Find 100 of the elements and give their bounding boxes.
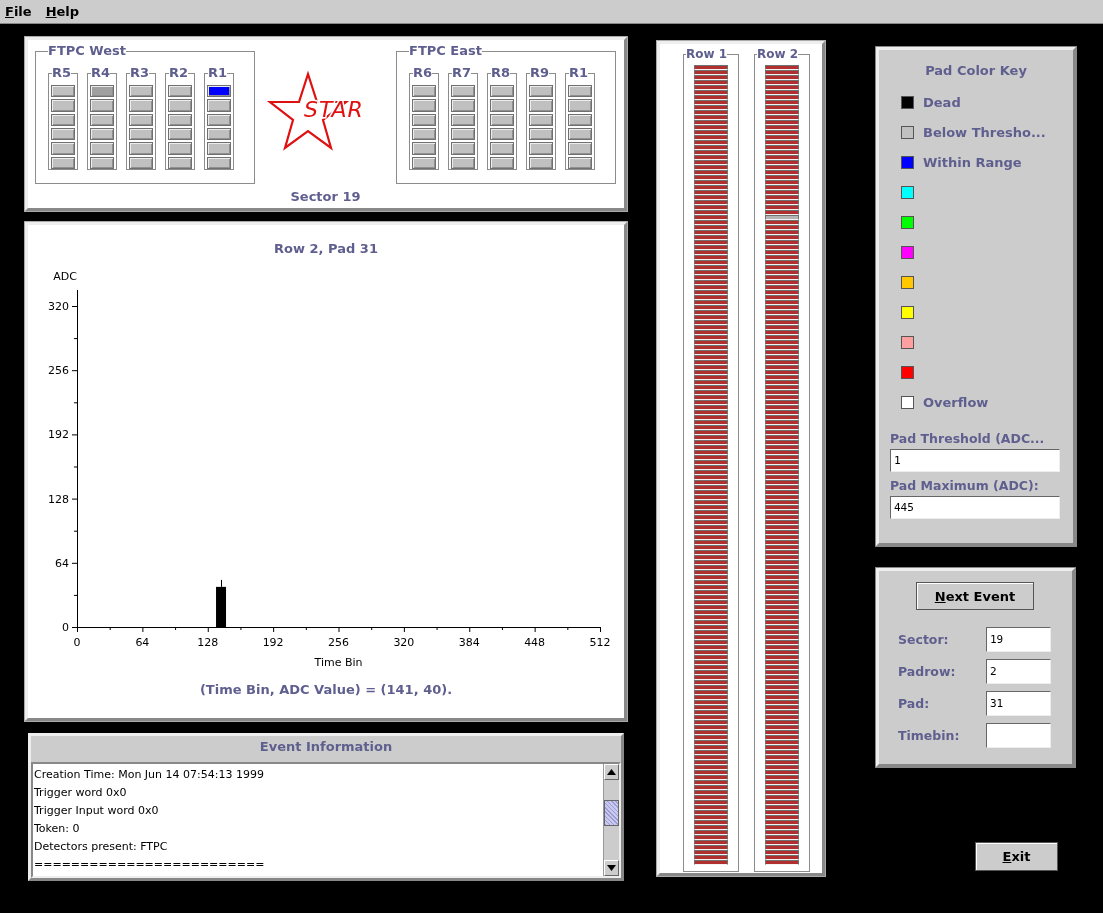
pad-stripe[interactable] — [765, 160, 799, 165]
pad-stripe[interactable] — [694, 70, 728, 75]
pad-stripe[interactable] — [765, 80, 799, 85]
pad-stripe[interactable] — [765, 240, 799, 245]
pad-stripe[interactable] — [765, 695, 799, 700]
pad-stripe[interactable] — [694, 680, 728, 685]
pad-stripe[interactable] — [694, 550, 728, 555]
pad-stripe[interactable] — [694, 430, 728, 435]
pad-stripe[interactable] — [694, 685, 728, 690]
pad[interactable] — [129, 113, 153, 126]
pad-stripe[interactable] — [694, 835, 728, 840]
input-field[interactable]: 445 — [890, 496, 1060, 519]
pad-stripe[interactable] — [694, 365, 728, 370]
pad[interactable] — [412, 113, 436, 126]
pad-stripe[interactable] — [765, 245, 799, 250]
pad-stripe[interactable] — [694, 810, 728, 815]
pad-stripe[interactable] — [765, 360, 799, 365]
menu-item[interactable]: File — [5, 4, 32, 19]
pad-stripe[interactable] — [765, 850, 799, 855]
pad-stripe[interactable] — [694, 410, 728, 415]
pad[interactable] — [168, 156, 192, 169]
pad-stripe[interactable] — [765, 825, 799, 830]
pad-stripe[interactable] — [694, 735, 728, 740]
pad[interactable] — [451, 113, 475, 126]
pad[interactable] — [207, 142, 231, 155]
input-field[interactable]: 31 — [986, 691, 1051, 716]
pad[interactable] — [129, 142, 153, 155]
pad-stripe[interactable] — [694, 285, 728, 290]
pad-stripe[interactable] — [765, 340, 799, 345]
pad-stripe[interactable] — [765, 110, 799, 115]
pad-stripe[interactable] — [694, 830, 728, 835]
pad-stripe[interactable] — [694, 515, 728, 520]
pad-stripe[interactable] — [694, 635, 728, 640]
pad[interactable] — [90, 128, 114, 141]
pad-stripe[interactable] — [694, 440, 728, 445]
pad-stripe[interactable] — [765, 520, 799, 525]
pad-stripe[interactable] — [765, 435, 799, 440]
pad-stripe[interactable] — [765, 235, 799, 240]
pad-stripe[interactable] — [765, 85, 799, 90]
pad-stripe[interactable] — [694, 80, 728, 85]
pad-stripe[interactable] — [765, 590, 799, 595]
pad-stripe[interactable] — [765, 715, 799, 720]
pad-stripe[interactable] — [694, 510, 728, 515]
pad-stripe[interactable] — [694, 565, 728, 570]
pad-stripe[interactable] — [765, 415, 799, 420]
pad[interactable] — [90, 142, 114, 155]
pad-stripe[interactable] — [694, 530, 728, 535]
pad-stripe[interactable] — [765, 170, 799, 175]
pad-stripe[interactable] — [694, 385, 728, 390]
pad[interactable] — [490, 128, 514, 141]
pad-stripe[interactable] — [765, 555, 799, 560]
pad[interactable] — [568, 142, 592, 155]
pad-stripe[interactable] — [694, 695, 728, 700]
pad-stripe[interactable] — [765, 295, 799, 300]
pad-stripe[interactable] — [765, 325, 799, 330]
pad[interactable] — [568, 128, 592, 141]
pad-stripe[interactable] — [765, 550, 799, 555]
pad-stripe[interactable] — [765, 440, 799, 445]
pad-stripe[interactable] — [694, 420, 728, 425]
pad-stripe[interactable] — [765, 120, 799, 125]
scrollbar-thumb[interactable] — [604, 800, 619, 826]
pad-stripe[interactable] — [765, 815, 799, 820]
pad-stripe[interactable] — [694, 75, 728, 80]
pad[interactable] — [90, 113, 114, 126]
pad-stripe[interactable] — [765, 375, 799, 380]
pad-stripe[interactable] — [765, 255, 799, 260]
pad-stripe[interactable] — [694, 715, 728, 720]
pad-stripe[interactable] — [765, 840, 799, 845]
pad-stripe[interactable] — [765, 65, 799, 70]
pad-stripe[interactable] — [694, 740, 728, 745]
pad-stripe[interactable] — [694, 505, 728, 510]
pad-stripe[interactable] — [694, 240, 728, 245]
pad-stripe[interactable] — [765, 190, 799, 195]
pad-stripe[interactable] — [694, 490, 728, 495]
pad-stripe[interactable] — [694, 705, 728, 710]
pad-stripe[interactable] — [694, 660, 728, 665]
pad-stripe[interactable] — [765, 570, 799, 575]
pad-stripe[interactable] — [765, 730, 799, 735]
pad-stripe[interactable] — [694, 470, 728, 475]
pad-stripe[interactable] — [765, 265, 799, 270]
pad-stripe[interactable] — [765, 510, 799, 515]
pad-stripe[interactable] — [765, 280, 799, 285]
pad-stripe[interactable] — [765, 615, 799, 620]
pad-stripe[interactable] — [694, 555, 728, 560]
pad-stripe[interactable] — [765, 405, 799, 410]
pad-stripe[interactable] — [765, 300, 799, 305]
pad-stripe[interactable] — [694, 500, 728, 505]
pad-stripe[interactable] — [694, 855, 728, 860]
pad-stripe[interactable] — [765, 445, 799, 450]
pad[interactable] — [568, 99, 592, 112]
pad-stripe[interactable] — [765, 665, 799, 670]
pad-stripe[interactable] — [765, 450, 799, 455]
pad-stripe[interactable] — [765, 640, 799, 645]
pad-stripe[interactable] — [765, 130, 799, 135]
pad[interactable] — [490, 156, 514, 169]
pad-stripe[interactable] — [694, 655, 728, 660]
pad-stripe[interactable] — [694, 230, 728, 235]
pad-stripe[interactable] — [694, 525, 728, 530]
pad-stripe[interactable] — [694, 355, 728, 360]
pad-stripe[interactable] — [694, 415, 728, 420]
